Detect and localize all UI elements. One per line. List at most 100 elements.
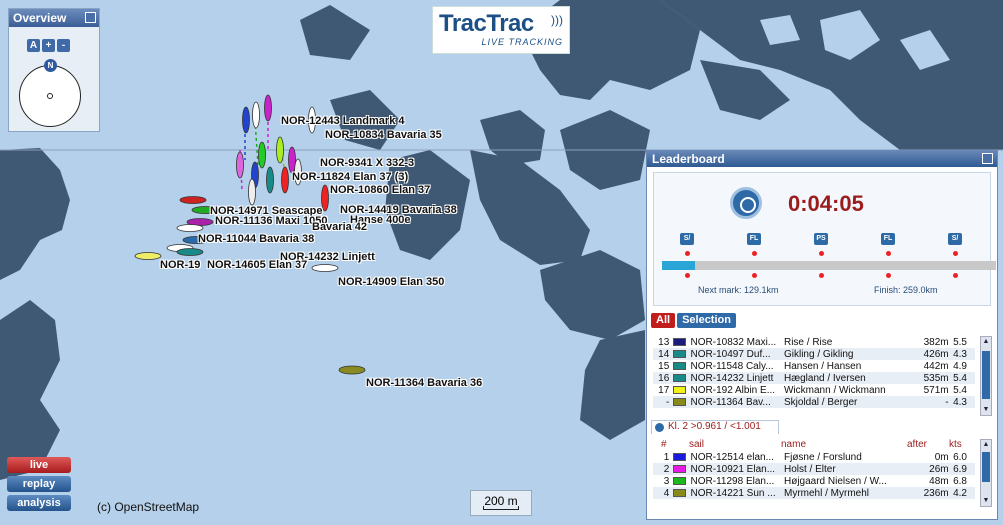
table-row[interactable]: 1 NOR-12514 elan... Fjøsne / Forslund 0m 6.0: [653, 451, 975, 463]
minimize-icon[interactable]: [85, 12, 96, 23]
map-attribution: (c) OpenStreetMap: [97, 500, 200, 514]
rank-cell: 2: [653, 463, 672, 475]
boat-color-swatch: [673, 452, 687, 461]
scroll-up-icon[interactable]: ▲: [982, 338, 990, 346]
boat-label[interactable]: NOR-11136 Maxi 1050: [215, 215, 328, 227]
color-swatch: [671, 360, 688, 372]
sail-cell: NOR-12514 elan...: [690, 451, 774, 463]
header-kts[interactable]: kts: [949, 439, 962, 450]
scroll-down-icon[interactable]: ▼: [982, 406, 990, 414]
zoom-auto-button[interactable]: A: [27, 39, 40, 52]
race-progress-bar: [662, 261, 996, 270]
scroll-down-icon[interactable]: ▼: [982, 497, 990, 505]
header-sail[interactable]: sail: [689, 439, 704, 450]
boat-color-swatch: [673, 373, 687, 382]
zoom-in-button[interactable]: +: [42, 39, 55, 52]
boat-label[interactable]: NOR-10860 Elan 37: [330, 184, 430, 196]
table-row[interactable]: - NOR-11364 Bav... Skjoldal / Berger -4.3: [653, 396, 975, 408]
boat-label[interactable]: NOR-19: [160, 259, 200, 271]
color-swatch: [671, 396, 689, 408]
zoom-out-button[interactable]: -: [57, 39, 70, 52]
course-mark[interactable]: S/: [948, 233, 962, 245]
table-row[interactable]: 15 NOR-11548 Caly... Hansen / Hansen 442m 4.…: [653, 360, 975, 372]
course-marks: S/ FL PS FL S/: [660, 233, 996, 283]
sail-cell: NOR-11298 Elan...: [690, 475, 775, 487]
overview-title: Overview: [9, 9, 99, 27]
header-name[interactable]: name: [781, 439, 806, 450]
leaderboard-header: Leaderboard: [647, 151, 997, 167]
boat-label[interactable]: NOR-11044 Bavaria 38: [198, 233, 314, 245]
mark-dot: [685, 251, 690, 256]
filter-selection-button[interactable]: Selection: [677, 313, 736, 328]
mark-dot: [886, 273, 891, 278]
crew-cell: Fjøsne / Forslund: [783, 451, 862, 463]
rank-cell: -: [653, 396, 672, 408]
boat-label[interactable]: NOR-11824 Elan 37 (3): [292, 171, 408, 183]
boat-color-swatch: [673, 361, 687, 370]
mark-dot: [752, 273, 757, 278]
table-row[interactable]: 2 NOR-10921 Elan... Holst / Elter 26m 6.9: [653, 463, 975, 475]
scroll-thumb[interactable]: [982, 452, 990, 482]
replay-button[interactable]: replay: [7, 476, 71, 492]
class-tab[interactable]: Kl. 2 >0.961 / <1.001: [651, 420, 779, 434]
sail-cell: NOR-192 Albin E...: [690, 384, 776, 396]
table-row[interactable]: 4 NOR-14221 Sun ... Myrmehl / Myrmehl 236m 4…: [653, 487, 975, 499]
sail-cell: NOR-10921 Elan...: [688, 463, 782, 475]
table-row[interactable]: 3 NOR-11298 Elan... Højgaard Nielsen / W..…: [653, 475, 975, 487]
scroll-thumb[interactable]: [982, 351, 990, 399]
after-cell: 0m: [934, 451, 949, 463]
leaderboard-panel: Leaderboard 0:04:05 S/ FL PS FL S/ Next …: [646, 150, 998, 520]
analysis-button[interactable]: analysis: [7, 495, 71, 511]
table-row[interactable]: 17 NOR-192 Albin E... Wickmann / Wickmann 5…: [653, 384, 975, 396]
sail-cell: NOR-14221 Sun ...: [688, 487, 782, 499]
course-mark[interactable]: FL: [747, 233, 761, 245]
boat-label[interactable]: NOR-9341 X 332-3: [320, 157, 414, 169]
color-swatch: [671, 451, 688, 463]
crew-cell: Hansen / Hansen: [783, 360, 862, 372]
rank-cell: 3: [663, 475, 670, 487]
tractrac-logo: TracTrac ))) LIVE TRACKING: [432, 6, 570, 54]
compass[interactable]: N: [19, 59, 81, 127]
boat-label[interactable]: NOR-10834 Bavaria 35: [325, 129, 442, 141]
crew-cell: Myrmehl / Myrmehl: [781, 487, 908, 499]
course-mark[interactable]: PS: [814, 233, 828, 245]
course-mark[interactable]: FL: [881, 233, 895, 245]
boat-label[interactable]: NOR-11364 Bavaria 36: [366, 377, 482, 389]
header-after[interactable]: after: [907, 439, 927, 450]
live-button[interactable]: live: [7, 457, 71, 473]
signal-icon: ))): [551, 13, 563, 27]
boat-label[interactable]: NOR-14909 Elan 350: [338, 276, 444, 288]
boat-color-swatch: [673, 397, 687, 406]
after-cell: 442m: [923, 360, 949, 372]
logo-brand: TracTrac: [439, 10, 534, 37]
boat-label[interactable]: Bavaria 42: [312, 221, 367, 233]
kts-cell: 5.5: [953, 336, 967, 348]
next-mark-distance: Next mark: 129.1km: [698, 285, 779, 295]
table-row[interactable]: 13 NOR-10832 Maxi... Rise / Rise 382m 5.5: [653, 336, 975, 348]
compass-center: [47, 93, 53, 99]
boat-color-swatch: [673, 337, 687, 346]
table-row[interactable]: 14 NOR-10497 Duf... Gikling / Gikling 426m 4…: [653, 348, 975, 360]
elapsed-time: 0:04:05: [788, 191, 864, 216]
table-row[interactable]: 16 NOR-14232 Linjett Hægland / Iversen 535m…: [653, 372, 975, 384]
header-rank[interactable]: #: [661, 439, 667, 450]
leaderboard-title: Leaderboard: [652, 152, 725, 166]
minimize-icon[interactable]: [982, 153, 993, 164]
race-timer-box: 0:04:05 S/ FL PS FL S/ Next mark: 129.1k…: [653, 172, 996, 306]
overall-scrollbar[interactable]: ▲ ▼: [980, 336, 992, 416]
sail-cell: NOR-14232 Linjett: [688, 372, 782, 384]
kts-cell: 4.2: [950, 487, 975, 499]
course-mark[interactable]: S/: [680, 233, 694, 245]
scroll-up-icon[interactable]: ▲: [982, 441, 990, 449]
boat-color-swatch: [673, 476, 687, 485]
kts-cell: 6.0: [953, 451, 967, 463]
class-scrollbar[interactable]: ▲ ▼: [980, 439, 992, 507]
boat-label[interactable]: NOR-12443 Landmark 4: [281, 115, 405, 127]
filter-all-button[interactable]: All: [651, 313, 676, 328]
boat-label[interactable]: NOR-14605 Elan 37: [207, 259, 307, 271]
rank-cell: 16: [653, 372, 672, 384]
finish-distance: Finish: 259.0km: [874, 285, 938, 295]
crew-cell: Wickmann / Wickmann: [783, 384, 886, 396]
race-progress-fill: [662, 261, 696, 270]
rank-cell: 1: [663, 451, 670, 463]
